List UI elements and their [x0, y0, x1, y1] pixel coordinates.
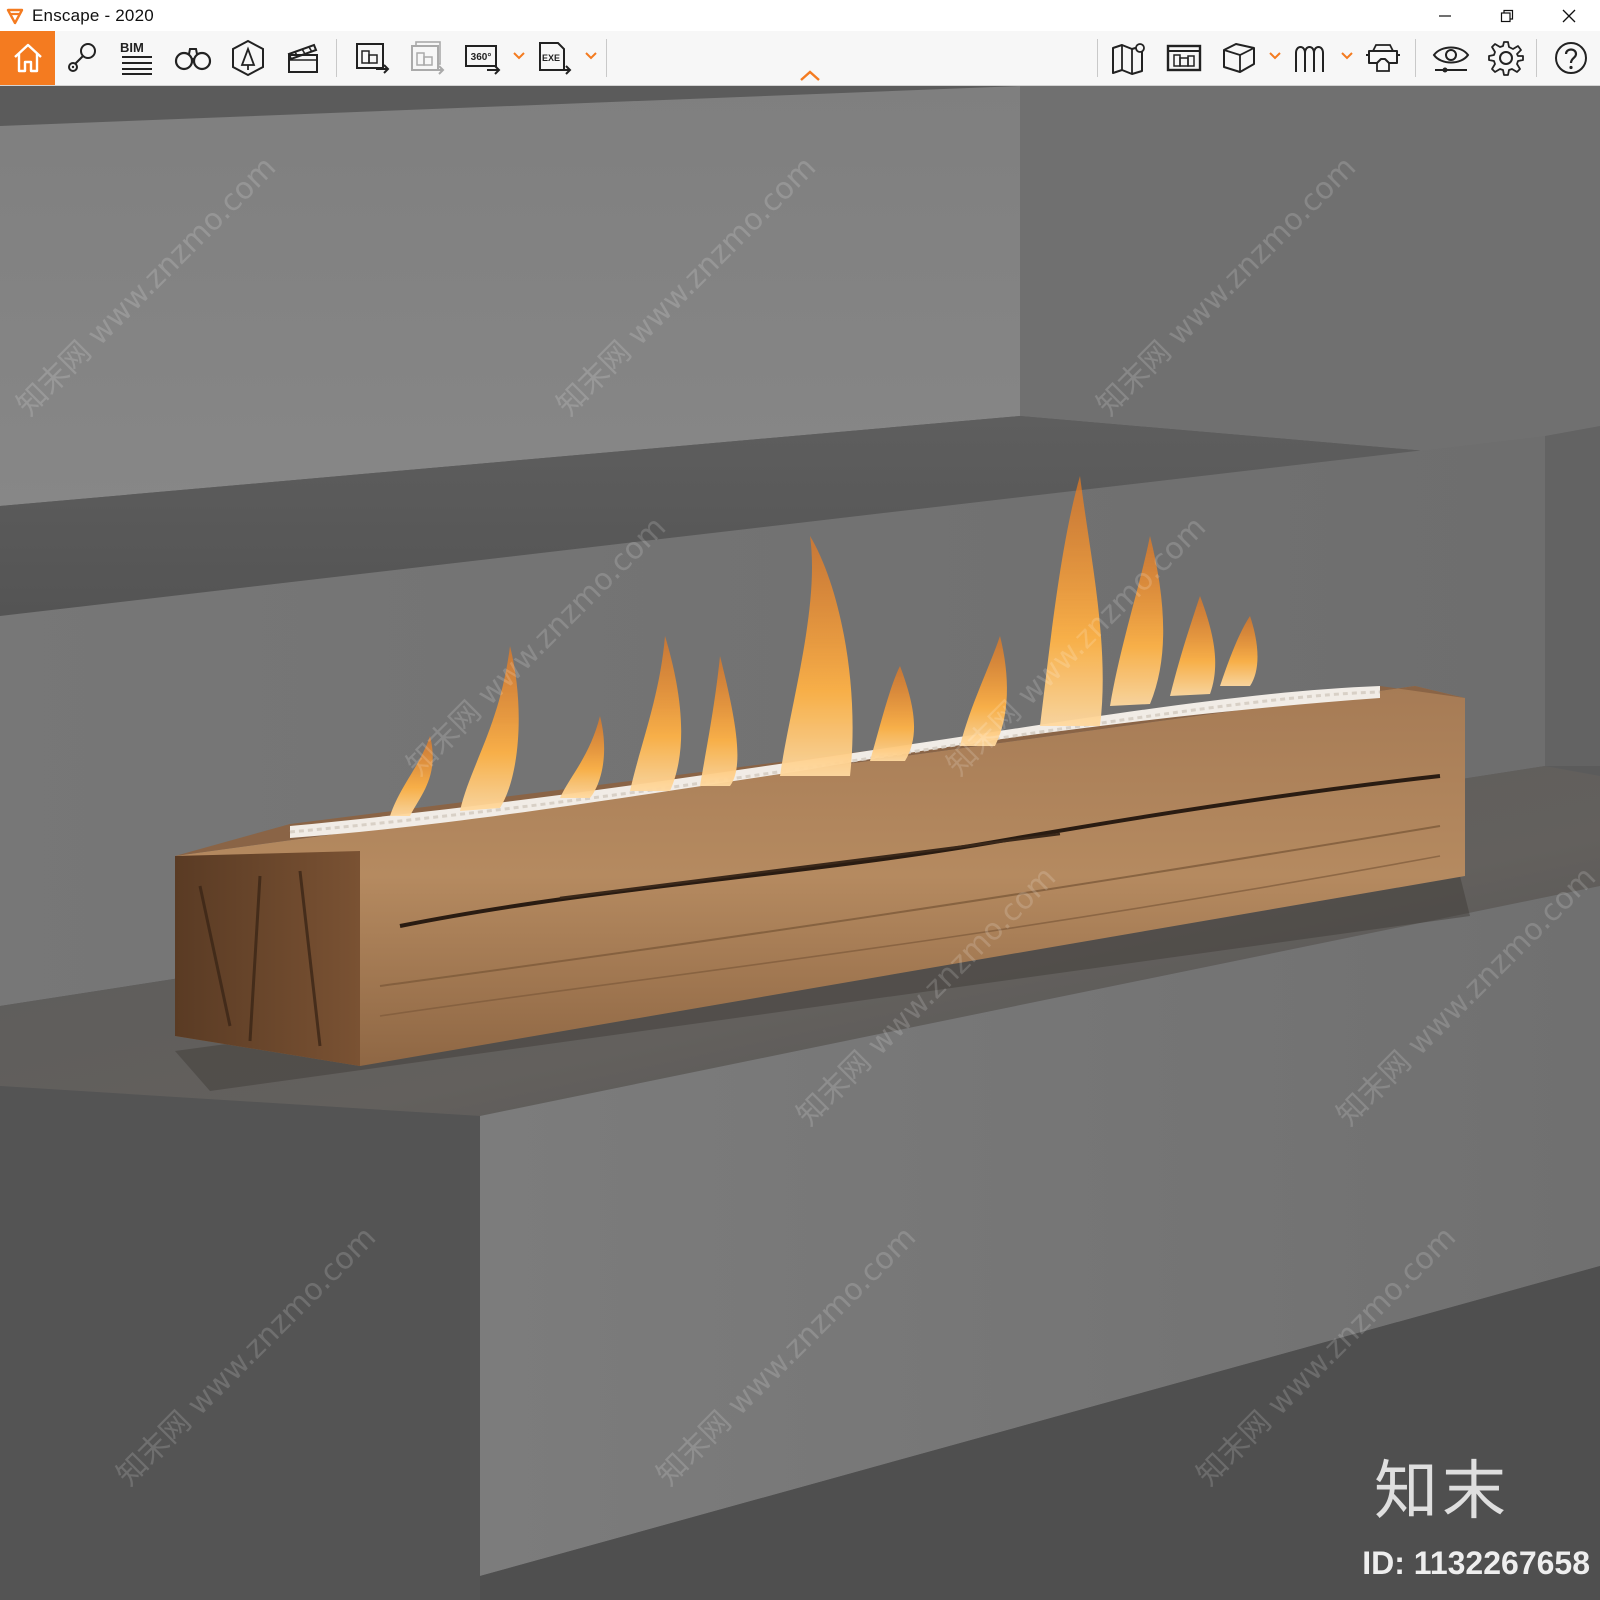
bim-label: BIM — [120, 40, 144, 55]
enscape-toolbar: BIM 360° EXE — [0, 31, 1600, 86]
view-mode-dropdown[interactable] — [1268, 49, 1282, 63]
panorama-360-icon: 360° — [465, 45, 501, 75]
clapperboard-icon — [287, 43, 318, 73]
close-button[interactable] — [1538, 0, 1600, 31]
window-title: Enscape - 2020 — [32, 5, 154, 25]
minimize-button[interactable] — [1414, 0, 1476, 31]
restore-button[interactable] — [1476, 0, 1538, 31]
asset-library-button[interactable] — [225, 36, 271, 80]
panorama-button[interactable]: 360° — [460, 36, 506, 80]
collapse-toolbar-toggle[interactable] — [798, 69, 822, 83]
help-button[interactable] — [1548, 36, 1594, 80]
render-image-button[interactable] — [350, 36, 396, 80]
chevron-up-icon — [800, 70, 820, 81]
views-button[interactable] — [60, 36, 106, 80]
cube-icon — [1223, 43, 1255, 73]
toolbar-separator — [1415, 39, 1416, 77]
help-icon — [1555, 42, 1587, 74]
toolbar-separator — [606, 39, 607, 77]
material-editor-button[interactable] — [1288, 36, 1334, 80]
minimize-icon — [1439, 14, 1451, 17]
gear-icon — [1488, 41, 1524, 76]
export-exe-dropdown[interactable] — [584, 49, 598, 63]
title-bar: Enscape - 2020 — [0, 0, 1600, 31]
eye-settings-icon — [1432, 46, 1470, 73]
export-exe-button[interactable]: EXE — [532, 36, 578, 80]
web-standalone-button[interactable] — [1161, 36, 1207, 80]
vr-headset-icon — [1366, 44, 1400, 72]
chevron-down-icon — [585, 52, 597, 60]
batch-render-icon — [411, 41, 445, 75]
video-editor-button[interactable] — [280, 36, 326, 80]
vr-headset-button[interactable] — [1360, 36, 1406, 80]
general-settings-button[interactable] — [1483, 36, 1529, 80]
map-icon — [1112, 43, 1145, 75]
enscape-logo-icon — [4, 5, 26, 27]
close-icon — [1562, 9, 1576, 22]
home-icon — [13, 43, 42, 73]
map-button[interactable] — [1106, 36, 1152, 80]
location-pin-icon — [68, 43, 96, 72]
chevron-down-icon — [1341, 52, 1353, 60]
batch-render-button[interactable] — [405, 36, 451, 80]
view-mode-button[interactable] — [1216, 36, 1262, 80]
visual-settings-button[interactable] — [1428, 36, 1474, 80]
render-image-icon — [356, 43, 390, 74]
image-id-label: ID: 1132267658 — [1362, 1545, 1590, 1581]
toolbar-separator — [1536, 39, 1537, 77]
asset-library-icon — [232, 39, 264, 77]
chevron-down-icon — [513, 52, 525, 60]
export-exe-icon: EXE — [539, 42, 572, 75]
svg-text:EXE: EXE — [542, 53, 560, 63]
material-editor-dropdown[interactable] — [1340, 49, 1354, 63]
material-editor-icon — [1295, 46, 1324, 72]
restore-icon — [1500, 9, 1514, 22]
chevron-down-icon — [1269, 52, 1281, 60]
home-button[interactable] — [0, 31, 55, 85]
panorama-dropdown[interactable] — [512, 49, 526, 63]
svg-text:360°: 360° — [471, 52, 492, 63]
walk-mode-button[interactable] — [170, 36, 216, 80]
toolbar-separator — [1097, 39, 1098, 77]
render-viewport[interactable]: 知末网 www.znzmo.com 知末网 www.znzmo.com 知末网 … — [0, 86, 1600, 1600]
toolbar-separator — [336, 39, 337, 77]
binoculars-icon — [174, 48, 212, 71]
web-standalone-icon — [1166, 44, 1202, 72]
brand-watermark: 知末 — [1374, 1455, 1510, 1529]
